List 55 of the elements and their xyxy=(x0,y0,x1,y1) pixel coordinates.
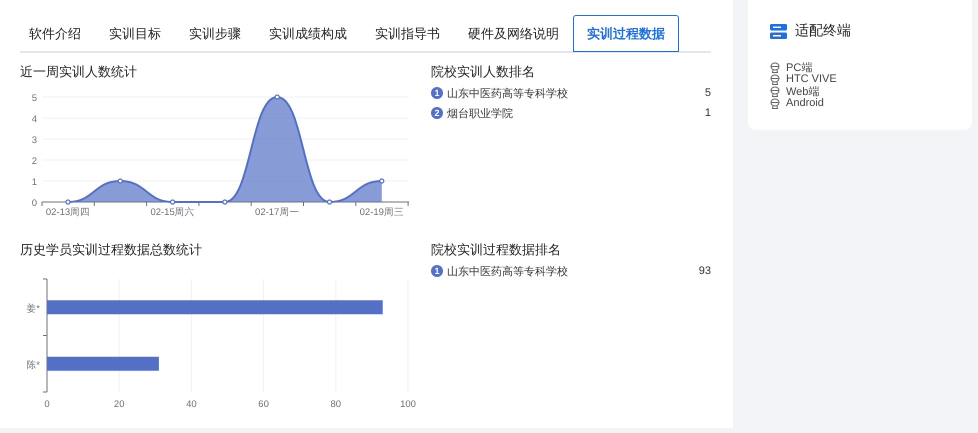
school-name: 山东中医药高等专科学校 xyxy=(447,264,569,278)
data-point xyxy=(222,199,228,205)
ranking-value: 1 xyxy=(704,107,711,119)
axis-label: 60 xyxy=(258,399,269,410)
tab[interactable]: 实训目标 xyxy=(95,15,175,52)
terminal-name: Web端 xyxy=(786,84,820,98)
axis-label: 2 xyxy=(32,156,37,167)
axis-label: 陈* xyxy=(26,360,40,371)
axis-label: 100 xyxy=(400,399,416,410)
axis-label: 1 xyxy=(32,177,37,188)
school-name: 烟台职业学院 xyxy=(447,106,514,120)
ranking-value: 93 xyxy=(698,265,711,277)
server-icon xyxy=(770,24,787,38)
terminal-name: PC端 xyxy=(786,60,812,74)
tab[interactable]: 实训步骤 xyxy=(175,15,255,52)
axis-label: 80 xyxy=(330,399,342,410)
rank-badge: 1 xyxy=(431,87,443,99)
axis-label: 姜* xyxy=(26,303,40,314)
data-point xyxy=(326,199,332,205)
device-icon xyxy=(770,74,780,84)
axis-label: 02-17周一 xyxy=(255,207,300,218)
terminal-name: HTC VIVE xyxy=(786,73,837,85)
data-point xyxy=(118,178,123,184)
tab[interactable]: 实训成绩构成 xyxy=(255,15,361,52)
ranking-value: 5 xyxy=(704,87,711,99)
axis-label: 0 xyxy=(44,399,50,410)
axis-label: 02-15周六 xyxy=(150,207,195,218)
axis-label: 02-13周四 xyxy=(46,207,90,218)
device-icon xyxy=(770,98,780,108)
axis-label: 4 xyxy=(32,114,37,125)
tab[interactable]: 实训过程数据 xyxy=(573,15,679,52)
ranking-title: 院校实训过程数据排名 xyxy=(431,241,562,259)
data-point xyxy=(274,94,280,100)
axis-label: 02-19周三 xyxy=(360,207,404,218)
tab[interactable]: 软件介绍 xyxy=(20,15,95,52)
data-point xyxy=(379,178,384,184)
axis-label: 40 xyxy=(186,399,197,410)
tab[interactable]: 硬件及网络说明 xyxy=(454,15,573,52)
axis-label: 0 xyxy=(32,198,37,209)
school-name: 山东中医药高等专科学校 xyxy=(447,86,569,100)
rank-badge: 2 xyxy=(431,107,443,119)
chart-title: 历史学员实训过程数据总数统计 xyxy=(20,241,203,259)
axis-label: 3 xyxy=(32,135,37,146)
axis-label: 20 xyxy=(114,399,124,410)
card-title: 适配终端 xyxy=(795,22,851,40)
ranking-title: 院校实训人数排名 xyxy=(431,63,536,81)
tab[interactable]: 实训指导书 xyxy=(361,15,454,52)
chart-title: 近一周实训人数统计 xyxy=(20,63,138,81)
rank-badge: 1 xyxy=(431,265,443,277)
terminal-name: Android xyxy=(786,97,824,109)
device-icon xyxy=(770,62,780,72)
device-icon xyxy=(770,86,780,96)
data-point xyxy=(65,199,71,205)
axis-label: 5 xyxy=(32,93,37,104)
data-point xyxy=(170,199,176,205)
